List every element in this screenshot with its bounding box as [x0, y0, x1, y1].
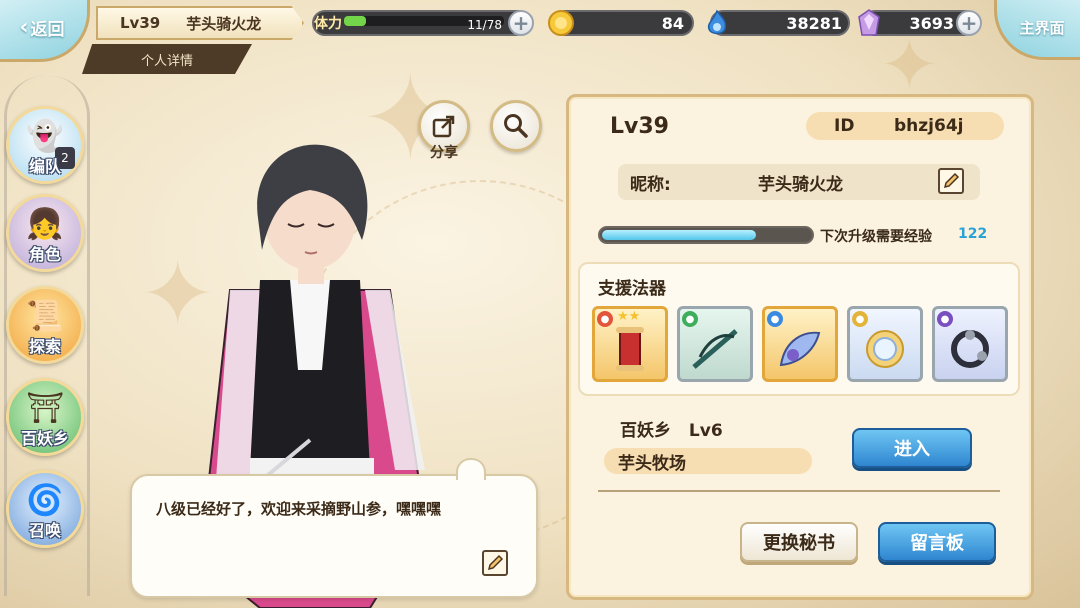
edit-message-button[interactable] — [482, 550, 508, 576]
support-artifact-slot[interactable]: ● — [677, 306, 753, 382]
player-level-plate: Lv39 芋头骑火龙 — [96, 6, 304, 40]
spirit-flame-icon — [702, 8, 732, 38]
ranch-name: 芋头牧场 — [618, 453, 686, 474]
back-button[interactable]: ‹ 返回 — [0, 0, 90, 62]
support-artifact-slot[interactable]: ● — [847, 306, 923, 382]
edit-nickname-button[interactable] — [938, 168, 964, 194]
sidebar-item-label: 编队 — [28, 157, 61, 176]
sidebar-item-summon[interactable]: 🌀 召唤 — [6, 470, 84, 548]
stamina-value: 11/78 — [467, 18, 502, 32]
signature-message: 八级已经好了，欢迎来采摘野山参，嘿嘿嘿 — [156, 500, 442, 518]
sidebar-item-explore[interactable]: 📜 探索 — [6, 286, 84, 364]
speech-bubble-tail — [456, 458, 486, 480]
sidebar-item-village[interactable]: ⛩ 百妖乡 — [6, 378, 84, 456]
coin-icon — [546, 8, 576, 38]
search-button[interactable] — [490, 100, 542, 152]
tab-personal-details[interactable]: 个人详情 — [82, 44, 252, 74]
back-arrow-icon: ‹ — [19, 14, 29, 40]
player-level: Lv39 — [120, 14, 161, 32]
fan-blade-icon — [765, 319, 835, 379]
exp-value: 122 — [958, 226, 988, 242]
player-name: 芋头骑火龙 — [186, 14, 262, 33]
background-star-icon: ✦ — [880, 24, 939, 106]
message-board-label: 留言板 — [910, 533, 964, 554]
change-secretary-button[interactable]: 更换秘书 — [740, 522, 858, 562]
exp-label: 下次升级需要经验 — [820, 229, 932, 245]
village-icon: ⛩ — [25, 391, 65, 426]
sidebar-item-label: 召唤 — [28, 521, 61, 540]
summon-icon: 🌀 — [26, 483, 64, 518]
support-artifact-slot[interactable]: ● — [932, 306, 1008, 382]
village-name: 百妖乡 — [620, 421, 671, 441]
character-icon: 👧 — [26, 207, 64, 242]
spirit-value: 38281 — [786, 13, 842, 33]
share-icon — [432, 115, 455, 138]
bracelet-icon — [935, 319, 1005, 379]
enter-village-label: 进入 — [894, 439, 930, 460]
sidebar-item-team[interactable]: 👻 2 编队 — [6, 106, 84, 184]
sidebar-item-label: 角色 — [28, 245, 61, 264]
plus-icon: + — [512, 11, 530, 35]
support-artifact-slot[interactable]: ● ★★ — [592, 306, 668, 382]
sidebar-item-label: 探索 — [28, 337, 61, 356]
gem-value: 3693 — [909, 13, 954, 33]
nickname-label: 昵称: — [630, 174, 671, 195]
panel-divider — [598, 490, 1000, 492]
nickname-value: 芋头骑火龙 — [758, 174, 843, 195]
nickname-row: 昵称: 芋头骑火龙 — [618, 164, 980, 200]
back-button-label: 返回 — [30, 19, 65, 40]
sidebar-item-label: 百妖乡 — [20, 429, 69, 448]
bow-icon — [680, 319, 750, 379]
id-label: ID — [834, 116, 855, 136]
exp-progress-fill — [602, 230, 756, 240]
share-label: 分享 — [430, 145, 458, 161]
explore-icon: 📜 — [26, 299, 64, 334]
change-secretary-label: 更换秘书 — [763, 533, 835, 554]
enter-village-button[interactable]: 进入 — [852, 428, 972, 468]
tab-personal-details-label: 个人详情 — [140, 53, 193, 69]
village-info: 百妖乡 Lv6 — [620, 416, 723, 441]
village-level: Lv6 — [688, 421, 723, 441]
stamina-fill — [344, 16, 366, 26]
ranch-name-pill: 芋头牧场 — [604, 448, 812, 474]
pencil-icon — [943, 172, 960, 189]
sidebar-item-character[interactable]: 👧 角色 — [6, 194, 84, 272]
add-stamina-button[interactable]: + — [508, 10, 534, 36]
coin-value: 84 — [661, 13, 684, 33]
support-artifact-slot[interactable]: ● — [762, 306, 838, 382]
add-gems-button[interactable]: + — [956, 10, 982, 36]
support-artifacts-title: 支援法器 — [598, 279, 666, 299]
scroll-icon — [595, 319, 665, 379]
plus-icon: + — [960, 11, 978, 35]
pencil-icon — [487, 554, 504, 571]
id-value: bhzj64j — [894, 116, 964, 136]
profile-level: Lv39 — [610, 114, 669, 139]
gem-icon — [854, 8, 884, 38]
player-id-pill: ID bhzj64j — [806, 112, 1004, 140]
speech-bubble — [130, 474, 538, 598]
search-icon — [504, 114, 528, 138]
main-screen-label: 主界面 — [1019, 18, 1065, 37]
mirror-icon — [850, 319, 920, 379]
stamina-label: 体力 — [314, 16, 342, 32]
main-screen-button[interactable]: 主界面 — [994, 0, 1080, 60]
message-board-button[interactable]: 留言板 — [878, 522, 996, 562]
